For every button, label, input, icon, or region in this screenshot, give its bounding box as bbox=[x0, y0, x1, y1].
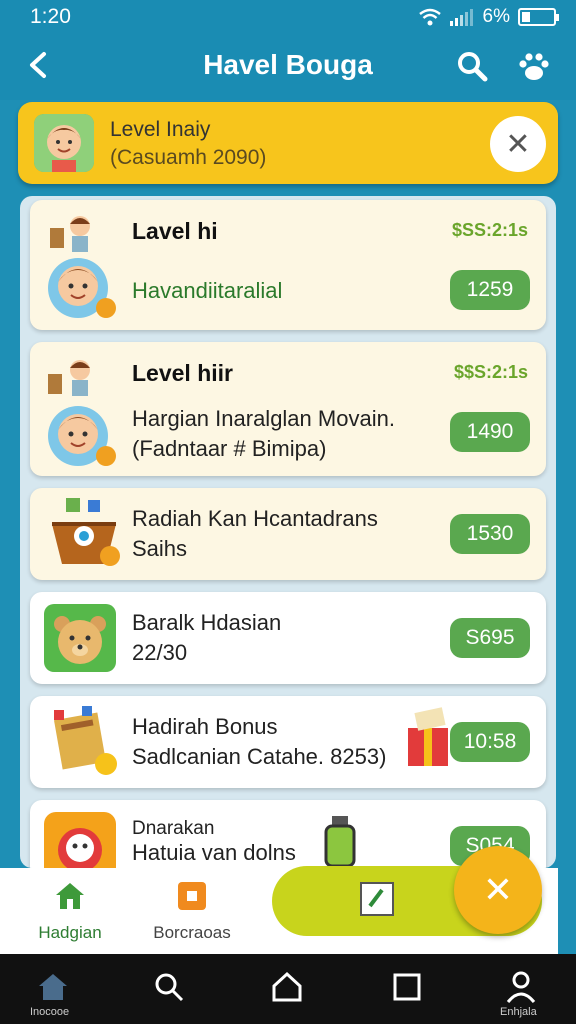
document-icon[interactable] bbox=[358, 880, 396, 918]
bear-icon bbox=[44, 604, 116, 672]
character-icon bbox=[48, 216, 116, 318]
avatar bbox=[34, 114, 94, 172]
basket-icon bbox=[52, 498, 120, 566]
box-icon bbox=[178, 882, 206, 910]
card-text: Dnarakan bbox=[132, 818, 215, 839]
card-price: $$S:2:1s bbox=[453, 362, 528, 382]
item-list[interactable]: Lavel hi Havandiitaralial $SS:2:1s 1259 … bbox=[20, 196, 556, 868]
gift-icon bbox=[408, 707, 448, 766]
banner-subtitle: (Casuamh 2090) bbox=[110, 146, 267, 169]
card-text: Hargian Inaralglan Movain. bbox=[132, 406, 395, 431]
card-subtext: (Fadntaar # Bimipa) bbox=[132, 436, 327, 461]
paw-icon[interactable] bbox=[516, 48, 552, 84]
potion-icon bbox=[324, 816, 356, 868]
treasure-map-icon bbox=[53, 706, 117, 775]
card-text: Havandiitaralial bbox=[132, 278, 283, 303]
square-icon[interactable] bbox=[390, 970, 424, 1004]
price-button[interactable]: 1490 bbox=[450, 412, 530, 452]
status-time: 1:20 bbox=[30, 5, 71, 28]
wifi-icon bbox=[418, 8, 441, 26]
card-title: Level hiir bbox=[132, 360, 233, 386]
list-item[interactable]: Level hiir Hargian Inaralglan Movain. (F… bbox=[30, 342, 546, 476]
close-icon: ✕ bbox=[482, 869, 514, 910]
price-button[interactable]: 1530 bbox=[450, 514, 530, 554]
banner-title: Level Inaiy bbox=[110, 118, 211, 141]
card-subtext: Saihs bbox=[132, 536, 188, 561]
home-icon bbox=[56, 883, 84, 909]
list-item[interactable]: Lavel hi Havandiitaralial $SS:2:1s 1259 bbox=[30, 200, 546, 330]
price-button[interactable]: 1259 bbox=[450, 270, 530, 310]
price-button[interactable]: 10:58 bbox=[450, 722, 530, 762]
battery-percent: 6% bbox=[482, 6, 510, 27]
card-text: Baralk Hdasian bbox=[132, 610, 282, 635]
system-nav-bar: Inocooe Enhjala bbox=[0, 954, 576, 1024]
list-item[interactable]: Hadirah Bonus Sadlcanian Catahe. 8253) 1… bbox=[30, 696, 546, 788]
nav-tab-label: Hadgian bbox=[38, 923, 102, 942]
battery-icon bbox=[518, 8, 559, 26]
sys-nav-label: Inocooe bbox=[30, 1006, 70, 1018]
sys-nav-label: Enhjala bbox=[500, 1006, 537, 1018]
price-button[interactable]: S695 bbox=[450, 618, 530, 658]
status-bar: 1:20 6% bbox=[0, 0, 576, 34]
card-text: Radiah Kan Hcantadrans bbox=[132, 506, 378, 531]
status-icons: 6% bbox=[418, 6, 559, 28]
level-banner[interactable]: Level Inaiy (Casuamh 2090) ✕ bbox=[18, 102, 558, 184]
search-icon[interactable] bbox=[454, 48, 490, 84]
card-subtext: Hatuia van dolns bbox=[132, 840, 296, 865]
card-title: Lavel hi bbox=[132, 218, 218, 244]
character-icon bbox=[48, 360, 116, 466]
list-item[interactable]: Baralk Hdasian 22/30 S695 bbox=[30, 592, 546, 684]
nav-tab-home[interactable]: Hadgian bbox=[10, 880, 130, 943]
card-subtext: 22/30 bbox=[132, 640, 188, 665]
close-button[interactable]: ✕ bbox=[490, 116, 546, 172]
card-price: $SS:2:1s bbox=[451, 220, 528, 240]
profile-icon[interactable] bbox=[504, 970, 538, 1004]
signal-icon bbox=[449, 9, 473, 26]
close-fab-button[interactable]: ✕ bbox=[454, 846, 542, 934]
home-icon[interactable] bbox=[36, 970, 70, 1004]
mascot-icon bbox=[44, 812, 116, 868]
list-item[interactable]: Radiah Kan Hcantadrans Saihs 1530 bbox=[30, 488, 546, 580]
close-icon: ✕ bbox=[505, 127, 531, 161]
nav-tab-label: Borcraoas bbox=[153, 923, 231, 942]
search-icon[interactable] bbox=[152, 970, 186, 1004]
card-text: Hadirah Bonus bbox=[132, 714, 278, 739]
nav-tab-rewards[interactable]: Borcraoas bbox=[132, 880, 252, 943]
app-bar: Havel Bouga bbox=[0, 34, 576, 100]
card-subtext: Sadlcanian Catahe. 8253) bbox=[132, 744, 387, 769]
house-outline-icon[interactable] bbox=[270, 970, 304, 1004]
